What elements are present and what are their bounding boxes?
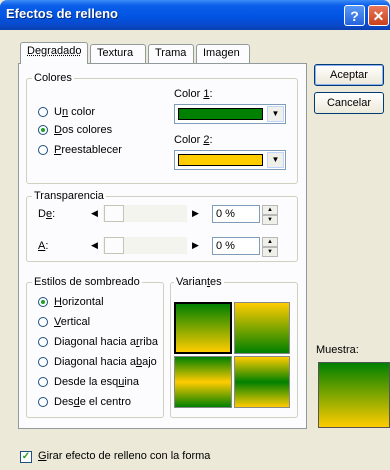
spin-up-icon[interactable]: ▲ — [262, 205, 278, 215]
sample-preview — [318, 362, 390, 428]
scroll-left-icon[interactable]: ◀ — [86, 237, 103, 254]
colores-legend: Colores — [32, 72, 74, 84]
estilos-legend: Estilos de sombreado — [32, 276, 142, 288]
transparencia-legend: Transparencia — [32, 190, 106, 202]
scroll-right-icon[interactable]: ▶ — [187, 237, 204, 254]
tab-label: Imagen — [203, 47, 240, 59]
radio-button[interactable] — [38, 337, 48, 347]
ok-button[interactable]: Aceptar — [314, 64, 384, 86]
radio-label: Vertical — [54, 316, 91, 328]
slider-thumb[interactable] — [104, 237, 124, 254]
scroll-left-icon[interactable]: ◀ — [86, 205, 103, 222]
variant-3[interactable] — [174, 356, 232, 408]
close-icon: ✕ — [372, 8, 385, 24]
tab-textura[interactable]: Textura — [90, 44, 146, 63]
tab-degradado[interactable]: Degradado — [20, 42, 88, 64]
a-spinner[interactable]: ▲ ▼ — [262, 237, 278, 257]
radio-label: Diagonal hacia abajo — [54, 356, 157, 368]
color2-dropdown[interactable]: ▼ — [174, 150, 286, 170]
help-icon: ? — [350, 8, 359, 24]
color1-swatch — [178, 108, 263, 120]
radio-label: Diagonal hacia arriba — [54, 336, 158, 348]
cancel-button[interactable]: Cancelar — [314, 92, 384, 114]
radio-label: Horizontal — [54, 296, 104, 308]
tab-label: Trama — [155, 47, 187, 59]
de-value-input[interactable]: 0 % — [212, 205, 260, 223]
radio-button[interactable] — [38, 377, 48, 387]
radio-button[interactable] — [38, 397, 48, 407]
de-label: De: — [38, 208, 56, 220]
radio-button[interactable] — [38, 357, 48, 367]
color1-label: Color 1: — [174, 88, 213, 100]
tab-imagen[interactable]: Imagen — [196, 44, 250, 63]
radio-button[interactable] — [38, 145, 48, 155]
tab-label: Degradado — [27, 45, 82, 57]
muestra-label: Muestra: — [316, 344, 359, 356]
radio-label: Un color — [54, 106, 95, 118]
variant-2[interactable] — [234, 302, 290, 354]
radio-label: Dos colores — [54, 124, 113, 136]
rotate-label: Girar efecto de relleno con la forma — [38, 450, 211, 462]
variantes-legend: Variantes — [174, 276, 224, 288]
radio-label: Desde el centro — [54, 396, 132, 408]
color2-label: Color 2: — [174, 134, 213, 146]
scroll-right-icon[interactable]: ▶ — [187, 205, 204, 222]
color2-swatch — [178, 154, 263, 166]
a-slider[interactable]: ◀ ▶ — [86, 237, 204, 254]
slider-thumb[interactable] — [104, 205, 124, 222]
spin-down-icon[interactable]: ▼ — [262, 215, 278, 225]
color1-dropdown[interactable]: ▼ — [174, 104, 286, 124]
chevron-down-icon[interactable]: ▼ — [267, 106, 284, 122]
radio-label: Desde la esquina — [54, 376, 140, 388]
variant-4[interactable] — [234, 356, 290, 408]
radio-label: Preestablecer — [54, 144, 122, 156]
radio-button[interactable] — [38, 107, 48, 117]
tab-label: Textura — [97, 47, 134, 59]
help-button[interactable]: ? — [344, 5, 365, 26]
close-button[interactable]: ✕ — [368, 5, 389, 26]
window-title: Efectos de relleno — [6, 6, 118, 21]
radio-button-checked[interactable] — [38, 125, 48, 135]
a-label: A: — [38, 240, 49, 252]
de-slider[interactable]: ◀ ▶ — [86, 205, 204, 222]
chevron-down-icon[interactable]: ▼ — [267, 152, 284, 168]
checkmark-icon[interactable]: ✓ — [20, 451, 32, 463]
tab-trama[interactable]: Trama — [148, 44, 194, 63]
a-value-input[interactable]: 0 % — [212, 237, 260, 255]
radio-button-checked[interactable] — [38, 297, 48, 307]
spin-up-icon[interactable]: ▲ — [262, 237, 278, 247]
de-spinner[interactable]: ▲ ▼ — [262, 205, 278, 225]
variant-1[interactable] — [174, 302, 232, 354]
spin-down-icon[interactable]: ▼ — [262, 247, 278, 257]
radio-button[interactable] — [38, 317, 48, 327]
